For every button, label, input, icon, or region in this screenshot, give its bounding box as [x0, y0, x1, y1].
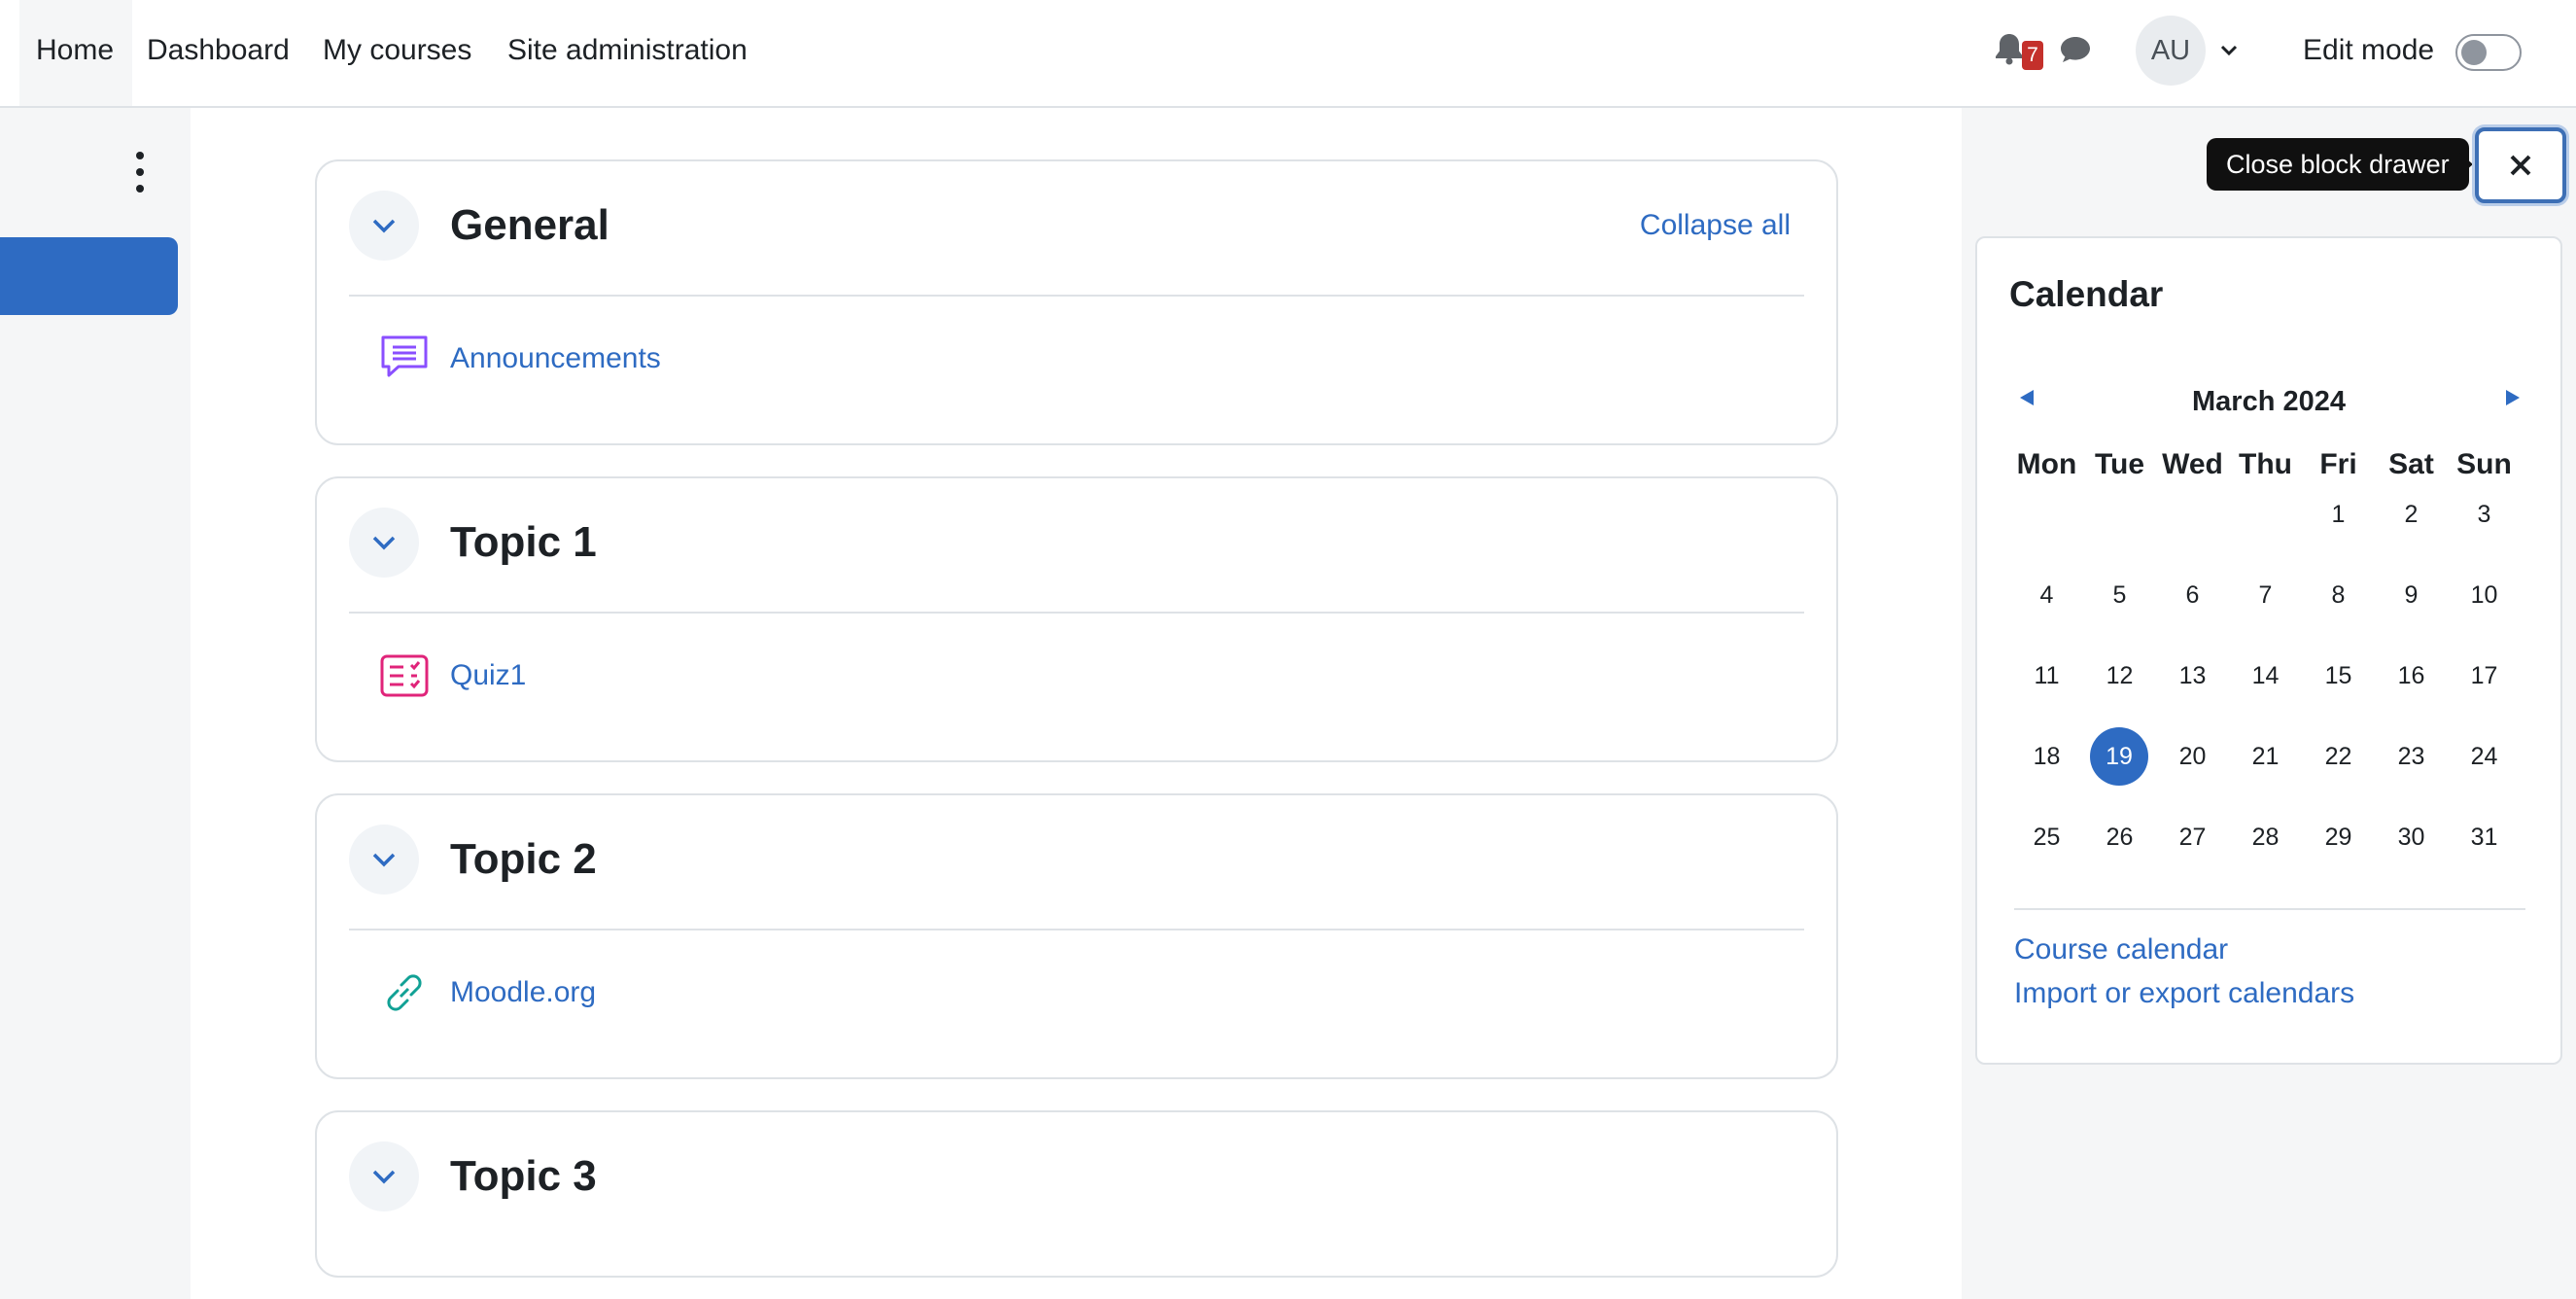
calendar-day[interactable]: 11 — [2010, 647, 2083, 705]
calendar-title: Calendar — [2009, 274, 2164, 314]
url-link-icon — [377, 965, 432, 1020]
messages-chat-icon[interactable] — [2059, 35, 2092, 69]
section-topic-3: Topic 3 — [315, 1110, 1838, 1278]
calendar-day[interactable]: 29 — [2302, 808, 2375, 866]
user-menu-chevron-down-icon[interactable] — [2219, 44, 2239, 62]
edit-mode-label: Edit mode — [2303, 34, 2435, 66]
notification-count-badge: 7 — [2022, 41, 2043, 70]
nav-tab-home[interactable]: Home — [19, 0, 132, 106]
calendar-day[interactable]: 5 — [2083, 566, 2156, 624]
calendar-day[interactable]: 31 — [2448, 808, 2521, 866]
course-index-options-kebab-icon[interactable] — [128, 150, 150, 194]
weekday-header: Mon — [2016, 448, 2077, 480]
calendar-day[interactable]: 12 — [2083, 647, 2156, 705]
calendar-day[interactable]: 14 — [2229, 647, 2302, 705]
calendar-day[interactable]: 24 — [2448, 727, 2521, 786]
calendar-day[interactable]: 20 — [2156, 727, 2229, 786]
weekday-header: Sun — [2456, 448, 2512, 480]
chevron-down-icon — [372, 853, 396, 867]
calendar-day[interactable]: 16 — [2375, 647, 2448, 705]
tooltip-arrow — [2459, 153, 2473, 176]
activity-link-quiz1[interactable]: Quiz1 — [450, 649, 526, 703]
activity-link-announcements[interactable]: Announcements — [450, 332, 661, 386]
calendar-day[interactable]: 18 — [2010, 727, 2083, 786]
course-index-active-item[interactable] — [0, 237, 178, 315]
close-block-drawer-button[interactable] — [2475, 127, 2566, 203]
nav-tab-my-courses[interactable]: My courses — [323, 0, 471, 106]
calendar-day[interactable]: 9 — [2375, 566, 2448, 624]
section-collapse-button[interactable] — [349, 1141, 419, 1211]
section-general: General Collapse all Announcements — [315, 159, 1838, 445]
section-topic-1: Topic 1 Quiz1 — [315, 476, 1838, 762]
section-collapse-button[interactable] — [349, 191, 419, 261]
notifications-bell-icon[interactable] — [1994, 32, 2025, 70]
user-avatar[interactable]: AU — [2136, 16, 2206, 86]
calendar-day[interactable]: 30 — [2375, 808, 2448, 866]
calendar-day[interactable]: 10 — [2448, 566, 2521, 624]
section-title: Topic 3 — [450, 1152, 597, 1200]
calendar-day[interactable]: 4 — [2010, 566, 2083, 624]
calendar-day[interactable]: 23 — [2375, 727, 2448, 786]
calendar-day[interactable]: 2 — [2375, 485, 2448, 544]
weekday-header: Fri — [2319, 448, 2357, 480]
calendar-day[interactable]: 1 — [2302, 485, 2375, 544]
top-navbar: Home Dashboard My courses Site administr… — [0, 0, 2576, 108]
close-icon — [2510, 155, 2531, 176]
section-topic-2: Topic 2 Moodle.org — [315, 793, 1838, 1079]
chevron-down-icon — [372, 536, 396, 550]
calendar-day[interactable]: 22 — [2302, 727, 2375, 786]
section-title: Topic 1 — [450, 518, 597, 566]
toggle-knob — [2461, 40, 2487, 65]
calendar-day[interactable]: 15 — [2302, 647, 2375, 705]
calendar-day[interactable]: 17 — [2448, 647, 2521, 705]
section-divider — [349, 929, 1804, 930]
weekday-header: Wed — [2162, 448, 2223, 480]
calendar-day-today[interactable]: 19 — [2090, 727, 2148, 786]
weekday-header: Sat — [2388, 448, 2434, 480]
calendar-day[interactable]: 3 — [2448, 485, 2521, 544]
quiz-icon — [377, 649, 432, 703]
nav-tab-site-administration[interactable]: Site administration — [507, 0, 748, 106]
course-calendar-link[interactable]: Course calendar — [2014, 929, 2228, 971]
calendar-block: Calendar March 2024 Mon Tue Wed Thu Fri Sat Su… — [1975, 236, 2562, 1065]
course-index-drawer — [0, 108, 191, 1299]
calendar-day[interactable]: 13 — [2156, 647, 2229, 705]
section-divider — [349, 295, 1804, 297]
calendar-day[interactable]: 8 — [2302, 566, 2375, 624]
weekday-header: Tue — [2094, 448, 2145, 480]
weekday-header: Thu — [2239, 448, 2292, 480]
forum-icon — [377, 332, 432, 386]
section-collapse-button[interactable] — [349, 825, 419, 895]
activity-link-moodle-org[interactable]: Moodle.org — [450, 965, 596, 1020]
calendar-day[interactable]: 21 — [2229, 727, 2302, 786]
section-divider — [349, 612, 1804, 614]
calendar-day[interactable]: 27 — [2156, 808, 2229, 866]
calendar-day[interactable]: 7 — [2229, 566, 2302, 624]
import-export-calendars-link[interactable]: Import or export calendars — [2014, 972, 2354, 1015]
collapse-all-link[interactable]: Collapse all — [1640, 200, 1791, 251]
edit-mode-toggle[interactable] — [2455, 34, 2522, 71]
section-title: General — [450, 201, 609, 249]
close-drawer-tooltip: Close block drawer — [2207, 138, 2469, 191]
section-collapse-button[interactable] — [349, 508, 419, 578]
calendar-divider — [2014, 908, 2525, 910]
next-month-arrow-icon[interactable] — [2506, 390, 2520, 405]
nav-tab-dashboard[interactable]: Dashboard — [147, 0, 290, 106]
calendar-month-label: March 2024 — [2192, 386, 2346, 417]
chevron-down-icon — [372, 1170, 396, 1184]
chevron-down-icon — [372, 219, 396, 233]
calendar-day[interactable]: 28 — [2229, 808, 2302, 866]
section-title: Topic 2 — [450, 835, 597, 883]
calendar-day[interactable]: 6 — [2156, 566, 2229, 624]
calendar-day[interactable]: 25 — [2010, 808, 2083, 866]
calendar-day[interactable]: 26 — [2083, 808, 2156, 866]
